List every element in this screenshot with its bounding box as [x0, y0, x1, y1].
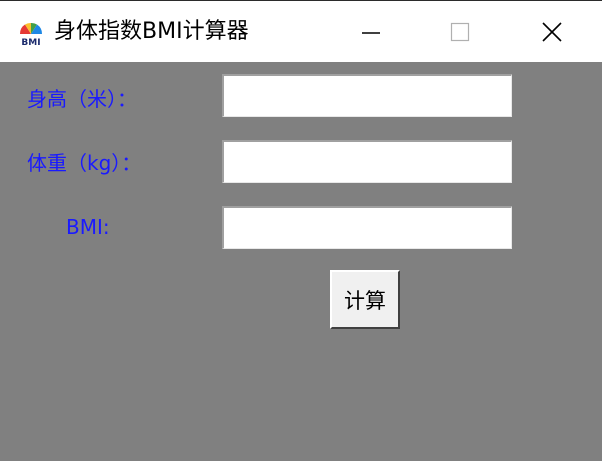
window-title: 身体指数BMI计算器 [54, 19, 249, 44]
title-bar[interactable]: BMI 身体指数BMI计算器 [0, 0, 602, 62]
weight-input[interactable] [222, 140, 512, 183]
calculate-button[interactable]: 计算 [330, 270, 400, 329]
bmi-result-field[interactable] [222, 206, 512, 249]
bmi-label: BMI: [66, 215, 110, 239]
minimize-icon [362, 32, 380, 34]
close-icon [542, 22, 562, 42]
maximize-icon [450, 22, 470, 42]
height-label: 身高（米）： [27, 87, 137, 111]
bmi-calculator-window: BMI 身体指数BMI计算器 身高（米）： 体重（kg）： BMI: 计算 [0, 0, 602, 461]
height-input[interactable] [222, 74, 512, 117]
weight-label: 体重（kg）： [27, 151, 142, 175]
maximize-button[interactable] [420, 1, 500, 63]
close-button[interactable] [512, 1, 592, 63]
app-icon-text: BMI [21, 38, 40, 47]
minimize-button[interactable] [331, 1, 411, 63]
bmi-gauge-icon: BMI [19, 22, 43, 47]
